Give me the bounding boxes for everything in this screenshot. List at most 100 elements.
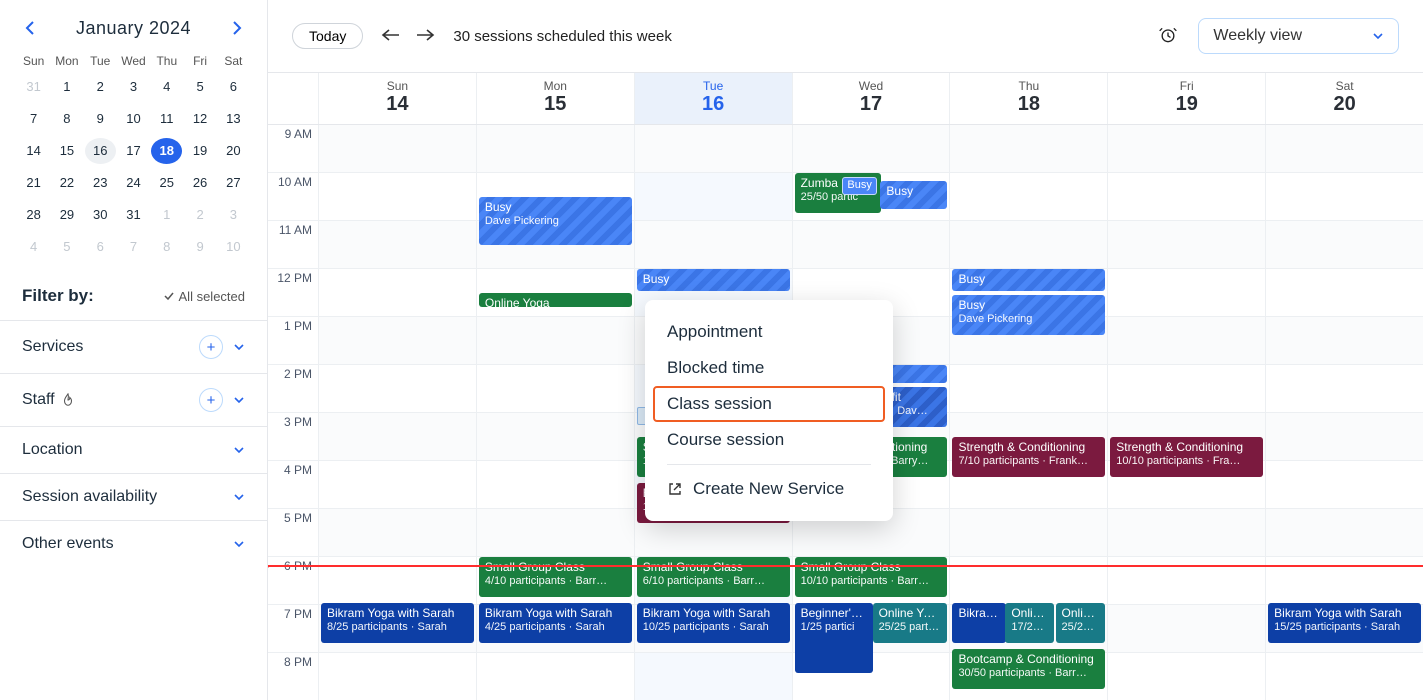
mini-day[interactable]: 26 [184, 170, 215, 196]
mini-day[interactable]: 31 [118, 202, 149, 228]
mini-day[interactable]: 5 [51, 234, 82, 260]
calendar-event[interactable]: Busy [637, 269, 790, 291]
mini-day[interactable]: 7 [18, 106, 49, 132]
mini-day[interactable]: 27 [218, 170, 249, 196]
event-title: Beginner's C [801, 606, 867, 621]
filter-label: Staff [22, 391, 75, 409]
mini-day[interactable]: 12 [184, 106, 215, 132]
mini-day[interactable]: 7 [118, 234, 149, 260]
create-new-service[interactable]: Create New Service [653, 471, 885, 507]
view-select[interactable]: Weekly view [1198, 18, 1399, 54]
mini-day[interactable]: 28 [18, 202, 49, 228]
prev-month-button[interactable] [18, 16, 42, 40]
calendar-event[interactable]: Strength & Conditioning10/10 participant… [1110, 437, 1263, 477]
mini-day[interactable]: 18 [151, 138, 182, 164]
calendar-event[interactable]: Bikram with Sa [952, 603, 1005, 643]
next-week-button[interactable] [415, 28, 435, 45]
popup-item-course-session[interactable]: Course session [653, 422, 885, 458]
add-button[interactable]: + [199, 388, 223, 412]
popup-item-appointment[interactable]: Appointment [653, 314, 885, 350]
calendar-event[interactable]: Small Group Class6/10 participants · Bar… [637, 557, 790, 597]
calendar-event[interactable]: Busy [952, 269, 1105, 291]
calendar-event[interactable]: Online Yoga25/25 part… [873, 603, 948, 643]
reminder-icon-button[interactable] [1158, 25, 1178, 48]
event-subtitle: 10/10 participants · Fra… [1116, 455, 1257, 469]
mini-day[interactable]: 1 [51, 74, 82, 100]
day-number: 15 [477, 93, 634, 116]
hour-label: 8 PM [268, 653, 318, 700]
event-subtitle: Dave Pickering [958, 313, 1099, 327]
event-title: Bikram Yoga with Sarah [485, 606, 626, 621]
mini-day[interactable]: 3 [118, 74, 149, 100]
mini-day[interactable]: 19 [184, 138, 215, 164]
mini-day[interactable]: 13 [218, 106, 249, 132]
mini-day[interactable]: 25 [151, 170, 182, 196]
filter-row-session-availability[interactable]: Session availability [0, 473, 267, 520]
day-column[interactable]: Bikram Yoga with Sarah8/25 participants … [318, 125, 476, 700]
mini-day[interactable]: 10 [118, 106, 149, 132]
mini-day[interactable]: 9 [184, 234, 215, 260]
mini-day[interactable]: 22 [51, 170, 82, 196]
filter-row-location[interactable]: Location [0, 426, 267, 473]
day-column[interactable]: Busy BusyDave Pickering Strength & Conditi… [949, 125, 1107, 700]
calendar-event[interactable]: Bikram Yoga with Sarah4/25 participants … [479, 603, 632, 643]
calendar-event[interactable]: Online Y17/25 p [1005, 603, 1054, 643]
calendar-event[interactable]: Small Group Class10/10 participants · Ba… [795, 557, 948, 597]
calendar-event[interactable]: Bikram Yoga with Sarah8/25 participants … [321, 603, 474, 643]
calendar-event[interactable]: Small Group Class4/10 participants · Bar… [479, 557, 632, 597]
calendar-event[interactable]: Online Yoga [479, 293, 632, 307]
mini-day[interactable]: 6 [85, 234, 116, 260]
popup-item-blocked-time[interactable]: Blocked time [653, 350, 885, 386]
calendar-event[interactable]: Busy [880, 181, 947, 209]
calendar-event[interactable]: Bootcamp & Conditioning30/50 participant… [952, 649, 1105, 689]
mini-cal-title: January 2024 [76, 18, 191, 39]
calendar-event[interactable]: Bikram Yoga with Sarah10/25 participants… [637, 603, 790, 643]
calendar-event[interactable]: Beginner's C1/25 partici [795, 603, 873, 673]
mini-day[interactable]: 29 [51, 202, 82, 228]
mini-day[interactable]: 4 [18, 234, 49, 260]
popup-item-class-session[interactable]: Class session [653, 386, 885, 422]
day-column[interactable]: BusyDave Pickering Online Yoga Small Group… [476, 125, 634, 700]
mini-day[interactable]: 11 [151, 106, 182, 132]
chevron-down-icon [233, 446, 245, 454]
calendar-event[interactable]: BusyDave Pickering [952, 295, 1105, 335]
mini-day[interactable]: 8 [151, 234, 182, 260]
mini-day[interactable]: 10 [218, 234, 249, 260]
mini-day[interactable]: 8 [51, 106, 82, 132]
event-subtitle: 4/25 participants · Sarah [485, 621, 626, 635]
filter-row-staff[interactable]: Staff + [0, 373, 267, 426]
mini-day[interactable]: 30 [85, 202, 116, 228]
mini-day[interactable]: 17 [118, 138, 149, 164]
mini-day[interactable]: 5 [184, 74, 215, 100]
today-button[interactable]: Today [292, 23, 363, 49]
day-column[interactable]: Bikram Yoga with Sarah15/25 participants… [1265, 125, 1423, 700]
calendar-event[interactable]: Zumba25/50 particBusy [795, 173, 881, 213]
day-header: Mon15 [476, 73, 634, 124]
day-column[interactable]: Strength & Conditioning10/10 participant… [1107, 125, 1265, 700]
calendar-event[interactable]: Online Yoga25/25… [1056, 603, 1106, 643]
filter-row-services[interactable]: Services+ [0, 320, 267, 373]
mini-day[interactable]: 2 [184, 202, 215, 228]
mini-day[interactable]: 4 [151, 74, 182, 100]
mini-day[interactable]: 3 [218, 202, 249, 228]
mini-day[interactable]: 1 [151, 202, 182, 228]
mini-day[interactable]: 23 [85, 170, 116, 196]
mini-day[interactable]: 2 [85, 74, 116, 100]
mini-dow: Mon [51, 54, 82, 68]
calendar-event[interactable]: Bikram Yoga with Sarah15/25 participants… [1268, 603, 1421, 643]
add-button[interactable]: + [199, 335, 223, 359]
mini-day[interactable]: 24 [118, 170, 149, 196]
prev-week-button[interactable] [381, 28, 401, 45]
mini-day[interactable]: 31 [18, 74, 49, 100]
calendar-event[interactable]: BusyDave Pickering [479, 197, 632, 245]
mini-day[interactable]: 21 [18, 170, 49, 196]
mini-day[interactable]: 20 [218, 138, 249, 164]
mini-day[interactable]: 14 [18, 138, 49, 164]
calendar-event[interactable]: Strength & Conditioning7/10 participants… [952, 437, 1105, 477]
mini-day[interactable]: 9 [85, 106, 116, 132]
mini-day[interactable]: 15 [51, 138, 82, 164]
next-month-button[interactable] [225, 16, 249, 40]
mini-day[interactable]: 16 [85, 138, 116, 164]
filter-row-other-events[interactable]: Other events [0, 520, 267, 567]
mini-day[interactable]: 6 [218, 74, 249, 100]
